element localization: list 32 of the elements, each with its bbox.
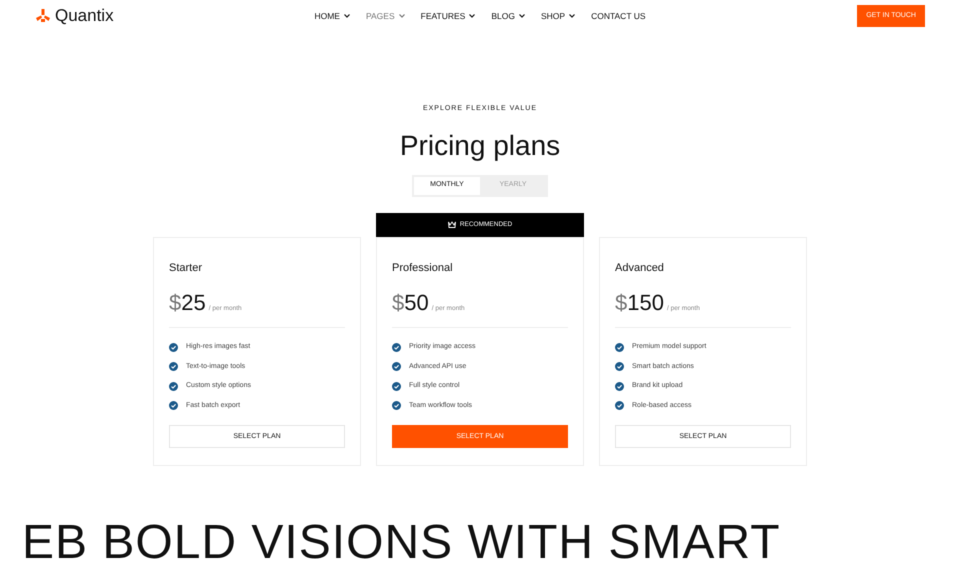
plan-price: 150 bbox=[627, 289, 664, 317]
logo-icon bbox=[35, 9, 51, 23]
check-icon bbox=[169, 362, 178, 372]
plan-name: Advanced bbox=[615, 260, 665, 276]
check-icon bbox=[169, 342, 178, 352]
nav-link-item[interactable]: SHOP bbox=[540, 10, 576, 22]
nav-link-item[interactable]: HOME bbox=[314, 10, 350, 22]
plan-price: 25 bbox=[181, 289, 206, 317]
plan-price: 50 bbox=[404, 289, 429, 317]
plan-name: Professional bbox=[392, 260, 454, 276]
nav-link-item[interactable]: CONTACT US bbox=[591, 10, 646, 22]
check-icon bbox=[615, 342, 624, 352]
check-icon bbox=[392, 362, 401, 372]
check-icon bbox=[169, 382, 178, 391]
check-icon bbox=[169, 401, 178, 410]
nav-link-item[interactable]: PAGES bbox=[366, 10, 405, 22]
check-icon bbox=[615, 362, 624, 372]
check-icon bbox=[615, 382, 624, 391]
currency-symbol: $ bbox=[169, 289, 182, 317]
nav-link-item[interactable]: BLOG bbox=[491, 10, 525, 22]
currency-symbol: $ bbox=[615, 289, 628, 317]
check-icon bbox=[392, 342, 401, 352]
check-icon bbox=[392, 401, 401, 410]
currency-symbol: $ bbox=[392, 289, 404, 317]
marquee-text: EB BOLD VISIONS WITH SMART bbox=[22, 518, 781, 568]
crown-icon bbox=[448, 221, 456, 228]
section-heading: Pricing plans bbox=[400, 128, 560, 163]
plan-name: Starter bbox=[169, 260, 204, 276]
brand-name: Quantix bbox=[55, 5, 114, 28]
check-icon bbox=[615, 401, 624, 410]
nav-link-item[interactable]: FEATURES bbox=[420, 10, 476, 22]
check-icon bbox=[392, 382, 401, 391]
